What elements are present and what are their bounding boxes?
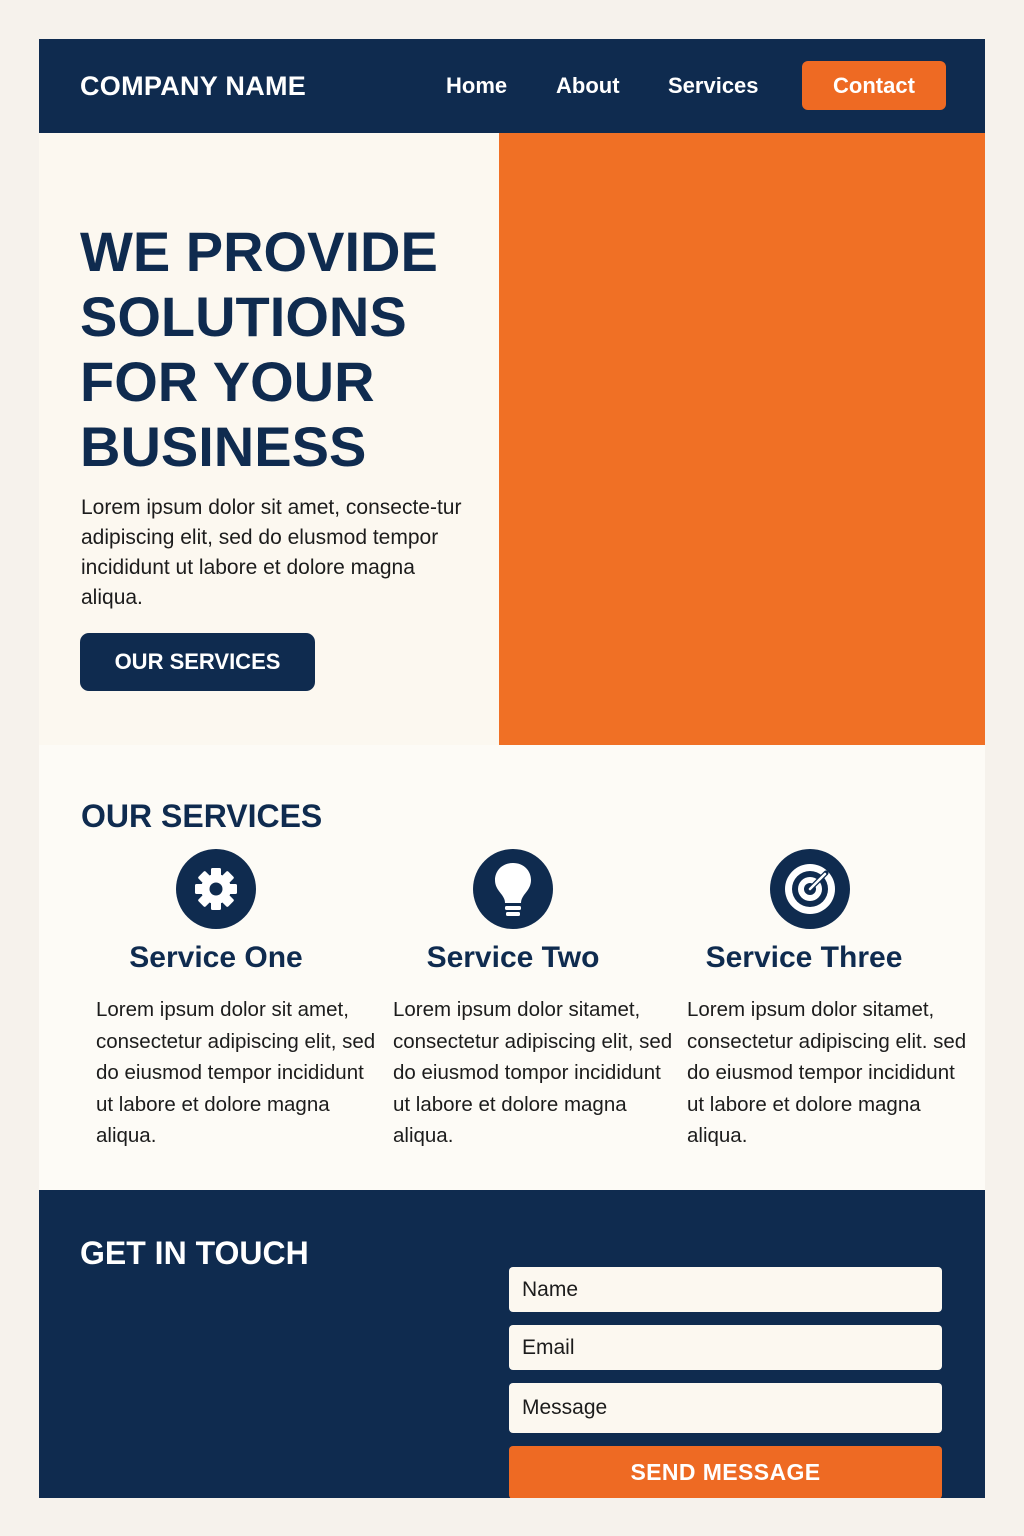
name-field[interactable]: Name: [509, 1267, 942, 1312]
message-field[interactable]: Message: [509, 1383, 942, 1433]
service-one-text: Lorem ipsum dolor sit amet, consectetur …: [96, 998, 376, 1147]
nav-about-link[interactable]: About: [556, 73, 620, 99]
send-message-button[interactable]: SEND MESSAGE: [509, 1446, 942, 1498]
services-heading: OUR SERVICES: [81, 798, 323, 834]
our-services-button[interactable]: OUR SERVICES: [80, 633, 315, 691]
hero-description: Lorem ipsum dolor sit amet, consecte-tur…: [81, 496, 462, 609]
service-two-text: Lorem ipsum dolor sitamet, consectetur a…: [393, 998, 673, 1147]
service-one-title: Service One: [129, 941, 303, 974]
email-field[interactable]: Email: [509, 1325, 942, 1370]
contact-heading: GET IN TOUCH: [80, 1235, 309, 1271]
hero-orange-block: [499, 133, 985, 745]
hero-title: WE PROVIDE SOLUTIONS FOR YOUR BUSINESS: [80, 220, 438, 478]
contact-section: GET IN TOUCH Name Email Message SEND MES…: [39, 1190, 985, 1498]
page: COMPANY NAME Home About Services Contact…: [39, 39, 985, 1498]
service-three-title: Service Three: [705, 941, 903, 974]
service-two-title: Service Two: [426, 941, 600, 974]
target-icon: [770, 849, 850, 929]
gear-icon: [176, 849, 256, 929]
service-three-text: Lorem ipsum dolor sitamet, consectetur a…: [687, 998, 967, 1147]
lightbulb-icon: [473, 849, 553, 929]
nav-home-link[interactable]: Home: [446, 73, 507, 99]
site-header: COMPANY NAME Home About Services Contact: [39, 39, 985, 133]
contact-button[interactable]: Contact: [802, 61, 946, 110]
company-name[interactable]: COMPANY NAME: [80, 69, 306, 103]
services-section: OUR SERVICES Service One Lorem ipsum dol…: [39, 745, 985, 1190]
nav-services-link[interactable]: Services: [668, 73, 759, 99]
